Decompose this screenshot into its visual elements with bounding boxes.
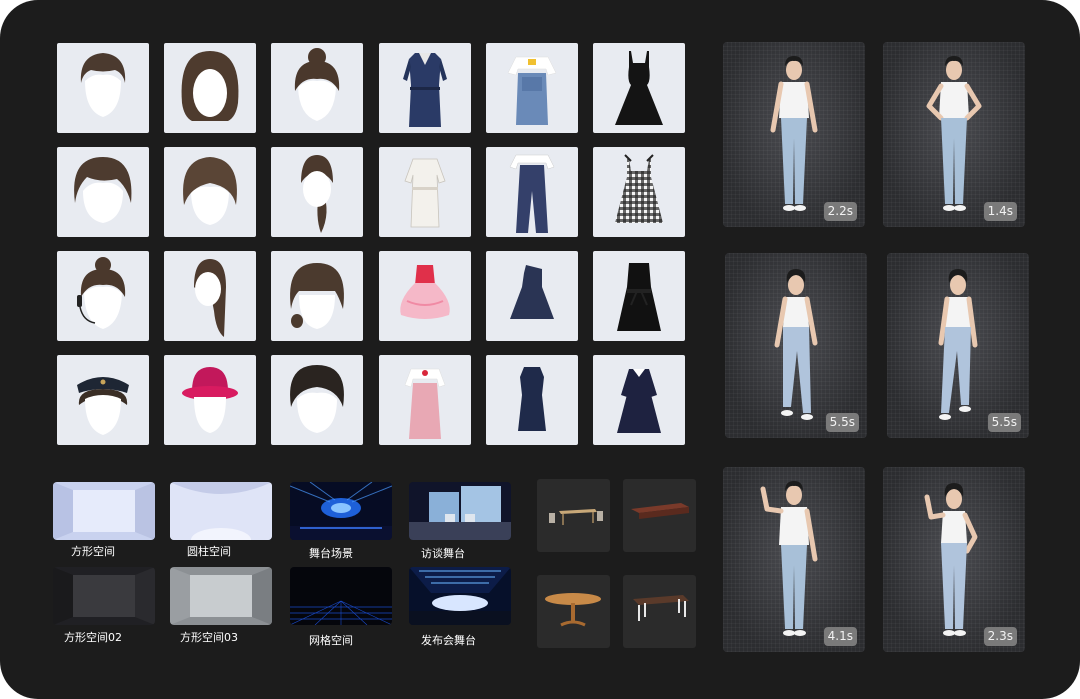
- outfit-thumbnail-black-sundress[interactable]: [593, 43, 685, 133]
- character-male-waving-icon: [760, 481, 818, 636]
- scene-grid-space-icon: [290, 567, 392, 625]
- scene-square-space-icon: [53, 482, 155, 540]
- outfit-thumbnail-gingham-dress[interactable]: [593, 147, 685, 237]
- scene-square-space-02[interactable]: [53, 567, 155, 625]
- furniture-thumbnail-wooden-table[interactable]: [623, 575, 696, 648]
- hair-thumbnail-bun[interactable]: [271, 43, 363, 133]
- hair-bun-icon: [294, 48, 340, 121]
- scene-cylinder-space-icon: [170, 482, 272, 540]
- hair-flight-attendant-cap-icon: [77, 377, 129, 435]
- hair-bangs-low-bun-icon: [290, 263, 344, 329]
- hair-long-straight-icon: [194, 259, 226, 337]
- asset-library-panel: 方形空间 圆柱空间 舞台场景 访谈舞台 方形空间02 方形空间03 网格空间 发…: [0, 0, 1080, 699]
- hair-thumbnail-headset-bun[interactable]: [57, 251, 149, 341]
- scene-square-space-02-icon: [53, 567, 155, 625]
- outfit-thumbnail-black-belted-dress[interactable]: [593, 251, 685, 341]
- character-male-hands-hips-icon: [926, 56, 982, 211]
- animation-duration-badge: 5.5s: [825, 413, 859, 432]
- outfit-black-sundress-icon: [615, 51, 663, 125]
- hair-long-bob-icon: [181, 51, 239, 121]
- animation-duration-badge: 5.5s: [987, 413, 1021, 432]
- scene-cylinder-space[interactable]: [170, 482, 272, 540]
- scene-square-space-02-label: 方形空间02: [64, 631, 122, 644]
- hair-thumbnail-side-part[interactable]: [57, 147, 149, 237]
- animation-duration-badge: 1.4s: [983, 202, 1017, 221]
- hair-short-crop-icon: [80, 53, 126, 117]
- animation-duration-badge: 4.1s: [823, 627, 857, 646]
- character-female-walking-icon: [774, 269, 818, 420]
- hair-thumbnail-bangs-low-bun[interactable]: [271, 251, 363, 341]
- furniture-thumbnail-dining-table-chairs[interactable]: [537, 479, 610, 552]
- outfit-thumbnail-navy-collar-dress[interactable]: [593, 355, 685, 445]
- outfit-thumbnail-navy-uniform[interactable]: [379, 43, 471, 133]
- outfit-navy-qipao-icon: [518, 367, 546, 431]
- scene-interview-stage-label: 访谈舞台: [421, 547, 465, 560]
- furniture-thumbnail-conference-table[interactable]: [623, 479, 696, 552]
- scene-interview-stage-icon: [409, 482, 511, 540]
- outfit-navy-collar-dress-icon: [617, 369, 661, 433]
- character-female-waving-icon: [924, 483, 978, 636]
- outfit-thumbnail-denim-overall-dress[interactable]: [486, 43, 578, 133]
- scene-square-space-03-label: 方形空间03: [180, 631, 238, 644]
- scene-grid-space[interactable]: [290, 567, 392, 625]
- scene-launch-event-stage-icon: [409, 567, 511, 625]
- hair-thumbnail-messy-updo[interactable]: [164, 147, 256, 237]
- outfit-gingham-dress-icon: [615, 154, 663, 223]
- hair-ponytail-icon: [301, 155, 333, 233]
- scene-launch-event-stage-label: 发布会舞台: [421, 634, 476, 647]
- hair-thumbnail-ponytail[interactable]: [271, 147, 363, 237]
- animation-duration-badge: 2.3s: [983, 627, 1017, 646]
- hair-black-short-icon: [290, 365, 344, 433]
- furniture-dining-table-chairs-icon: [549, 509, 603, 525]
- scene-launch-event-stage[interactable]: [409, 567, 511, 625]
- scene-cylinder-space-label: 圆柱空间: [187, 545, 231, 558]
- animation-preview-female-wave[interactable]: 2.3s: [883, 467, 1025, 652]
- furniture-thumbnail-round-table[interactable]: [537, 575, 610, 648]
- outfit-thumbnail-navy-one-shoulder-dress[interactable]: [486, 251, 578, 341]
- scene-square-space-03[interactable]: [170, 567, 272, 625]
- outfit-white-shirt-dress-icon: [404, 158, 446, 228]
- animation-duration-badge: 2.2s: [823, 202, 857, 221]
- hair-side-part-icon: [74, 157, 132, 223]
- hair-thumbnail-long-bob[interactable]: [164, 43, 256, 133]
- hair-pink-bowler-hat-icon: [182, 367, 238, 433]
- furniture-wooden-table-icon: [633, 595, 689, 621]
- furniture-round-table-icon: [545, 593, 601, 627]
- outfit-thumbnail-pink-pinafore-dress[interactable]: [379, 355, 471, 445]
- hair-headset-bun-icon: [77, 257, 126, 329]
- character-male-standing-icon: [770, 56, 818, 211]
- outfit-thumbnail-pink-tutu-dress[interactable]: [379, 251, 471, 341]
- outfit-pink-tutu-dress-icon: [400, 265, 450, 319]
- outfit-thumbnail-navy-qipao[interactable]: [486, 355, 578, 445]
- animation-preview-hands-on-hips[interactable]: 1.4s: [883, 42, 1025, 227]
- hair-messy-updo-icon: [183, 157, 237, 225]
- scene-square-space-label: 方形空间: [71, 545, 115, 558]
- scene-stage-scene-icon: [290, 482, 392, 540]
- outfit-navy-one-shoulder-dress-icon: [510, 265, 554, 319]
- hair-thumbnail-flight-attendant-cap[interactable]: [57, 355, 149, 445]
- outfit-pink-pinafore-dress-icon: [404, 368, 446, 439]
- animation-preview-female-walk[interactable]: 5.5s: [725, 253, 867, 438]
- hair-thumbnail-short-crop[interactable]: [57, 43, 149, 133]
- outfit-navy-jumpsuit-icon: [509, 154, 555, 233]
- scene-interview-stage[interactable]: [409, 482, 511, 540]
- character-female-walking-turn-icon: [938, 269, 978, 420]
- outfit-black-belted-dress-icon: [617, 263, 661, 331]
- scene-grid-space-label: 网格空间: [309, 634, 353, 647]
- scene-square-space-03-icon: [170, 567, 272, 625]
- hair-thumbnail-black-short[interactable]: [271, 355, 363, 445]
- animation-preview-male-wave[interactable]: 4.1s: [723, 467, 865, 652]
- animation-preview-female-walk-turn[interactable]: 5.5s: [887, 253, 1029, 438]
- outfit-navy-uniform-icon: [403, 53, 447, 127]
- outfit-thumbnail-navy-jumpsuit[interactable]: [486, 147, 578, 237]
- animation-preview-idle-stand[interactable]: 2.2s: [723, 42, 865, 227]
- hair-thumbnail-pink-bowler-hat[interactable]: [164, 355, 256, 445]
- outfit-denim-overall-dress-icon: [507, 56, 557, 125]
- outfit-thumbnail-white-shirt-dress[interactable]: [379, 147, 471, 237]
- furniture-conference-table-icon: [631, 503, 689, 519]
- scene-stage-scene-label: 舞台场景: [309, 547, 353, 560]
- scene-square-space[interactable]: [53, 482, 155, 540]
- scene-stage-scene[interactable]: [290, 482, 392, 540]
- hair-thumbnail-long-straight[interactable]: [164, 251, 256, 341]
